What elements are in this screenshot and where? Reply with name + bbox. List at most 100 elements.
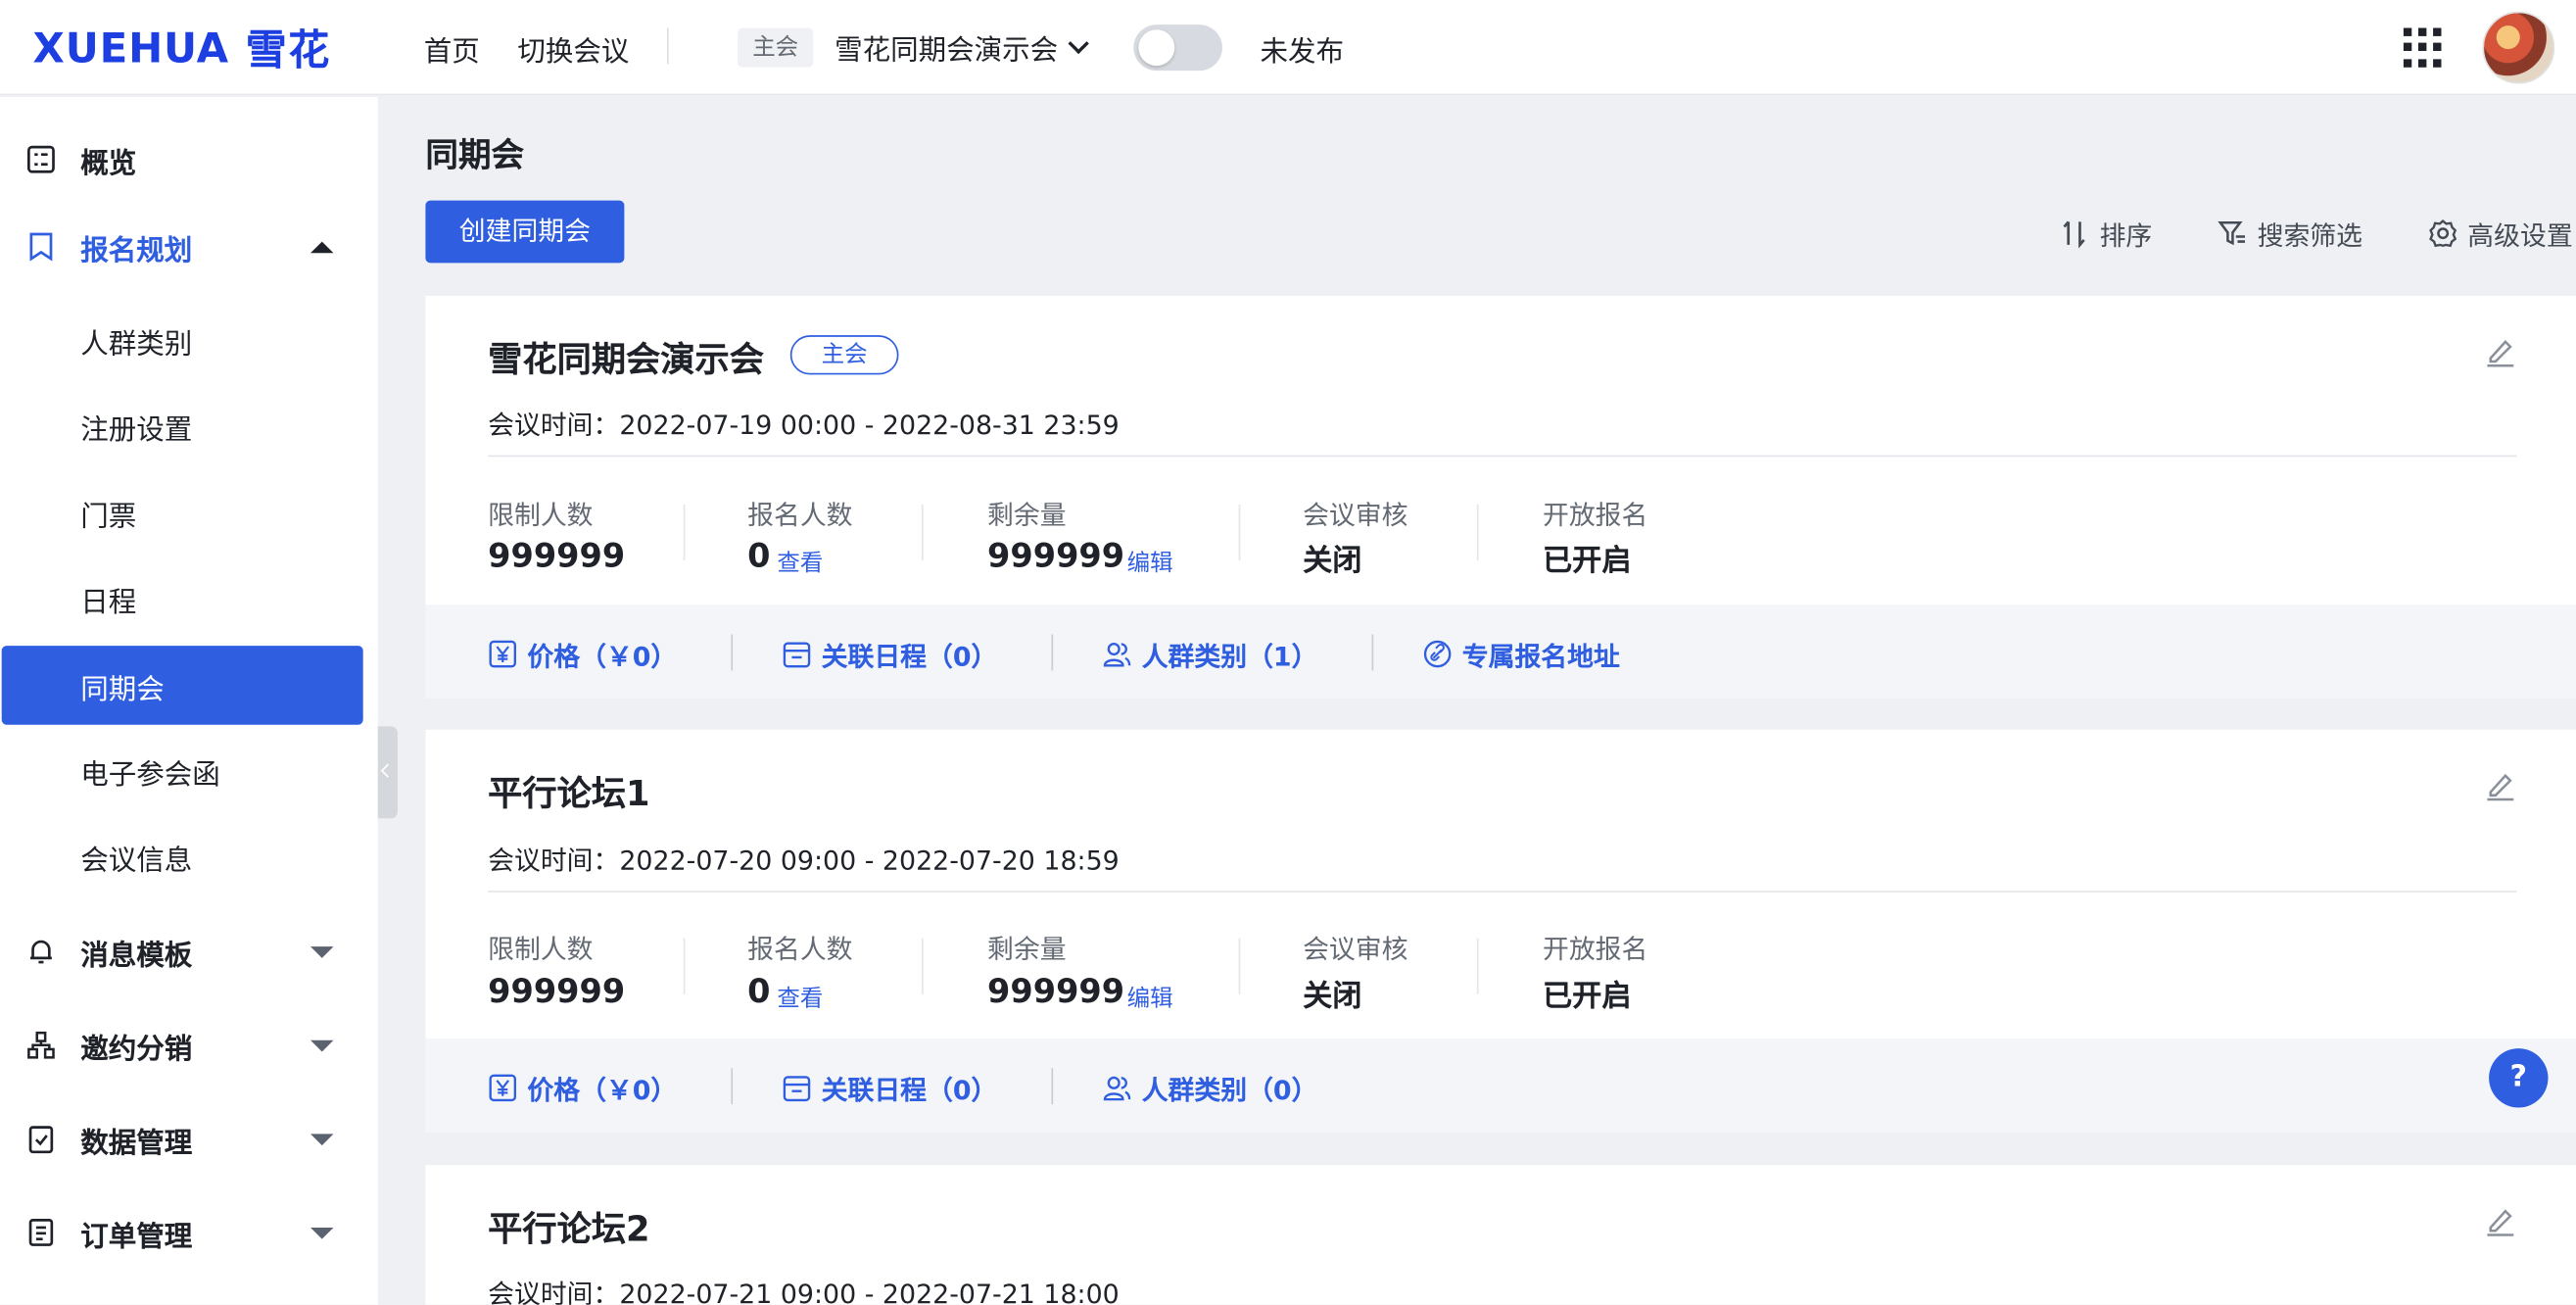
- sidebar-collapse-handle[interactable]: [377, 726, 398, 819]
- footer-divider: [1371, 634, 1374, 671]
- users-icon: [1103, 1076, 1131, 1101]
- view-signups-link[interactable]: 查看: [777, 981, 823, 1014]
- remain-value: 999999: [987, 535, 1125, 576]
- sidebar-label-order-mgmt: 订单管理: [80, 1220, 193, 1253]
- org-chart-icon: [27, 1031, 55, 1059]
- price-link[interactable]: 价格（￥0）: [488, 1068, 677, 1107]
- sidebar-sub-invitation-letter[interactable]: 电子参会函: [0, 731, 378, 810]
- sidebar-label-message-template: 消息模板: [80, 939, 193, 973]
- caret-down-icon: [310, 1134, 334, 1146]
- sidebar-sub-schedule[interactable]: 日程: [0, 558, 378, 638]
- sidebar-item-order-mgmt[interactable]: 订单管理: [0, 1193, 378, 1273]
- nav-home[interactable]: 首页: [424, 28, 480, 70]
- schedule-link[interactable]: 关联日程（0）: [782, 634, 997, 673]
- card-divider: [488, 455, 2517, 458]
- concurrent-card: 雪花同期会演示会 主会 会议时间：2022-07-19 00:00 - 2022…: [425, 295, 2576, 699]
- edit-remain-link[interactable]: 编辑: [1127, 981, 1173, 1014]
- open-value: 已开启: [1542, 979, 1632, 1014]
- card-time: 会议时间：2022-07-19 00:00 - 2022-08-31 23:59: [488, 409, 1120, 441]
- sidebar-item-data-mgmt[interactable]: 数据管理: [0, 1099, 378, 1179]
- publish-toggle[interactable]: [1133, 24, 1222, 72]
- stat-divider: [683, 938, 686, 994]
- stat-divider: [683, 504, 686, 560]
- sort-button[interactable]: 排序: [2060, 214, 2152, 253]
- app-frame: XUEHUA 雪花 首页 切换会议 主会 雪花同期会演示会 未发布 概览 报名规…: [0, 0, 2576, 1305]
- card-title: 平行论坛1: [488, 774, 650, 814]
- schedule-label: 关联日程（0）: [821, 1074, 998, 1106]
- price-link[interactable]: 价格（￥0）: [488, 634, 677, 673]
- sort-label: 排序: [2099, 219, 2153, 252]
- sidebar-item-invite[interactable]: 邀约分销: [0, 1006, 378, 1086]
- sidebar-sub-label: 注册设置: [80, 412, 193, 447]
- remain-value: 999999: [987, 971, 1125, 1011]
- main-meeting-badge: 主会: [789, 335, 899, 375]
- advanced-settings-button[interactable]: 高级设置: [2428, 214, 2573, 253]
- stat-divider: [1238, 504, 1241, 560]
- caret-down-icon: [310, 1227, 334, 1239]
- advanced-settings-label: 高级设置: [2467, 219, 2573, 252]
- open-label: 开放报名: [1542, 933, 1648, 965]
- top-bar: XUEHUA 雪花 首页 切换会议 主会 雪花同期会演示会 未发布: [0, 0, 2576, 96]
- signup-value: 0: [747, 535, 771, 576]
- exclusive-url-link[interactable]: 专属报名地址: [1423, 634, 1620, 673]
- sidebar-sub-label: 人群类别: [80, 327, 193, 362]
- footer-divider: [731, 634, 734, 671]
- help-button[interactable]: ?: [2489, 1048, 2549, 1108]
- sidebar-sub-tickets[interactable]: 门票: [0, 473, 378, 553]
- sidebar-sub-concurrent[interactable]: 同期会: [0, 646, 378, 725]
- apps-grid-icon[interactable]: [2403, 27, 2443, 68]
- groups-label: 人群类别（1）: [1141, 641, 1318, 673]
- sidebar-sub-label: 会议信息: [80, 844, 193, 877]
- nav-switch-meeting[interactable]: 切换会议: [517, 28, 629, 70]
- filter-button[interactable]: 搜索筛选: [2218, 214, 2362, 253]
- limit-value: 999999: [488, 971, 626, 1011]
- review-value: 关闭: [1303, 544, 1362, 579]
- sidebar-label-signup-plan: 报名规划: [80, 234, 193, 267]
- review-label: 会议审核: [1303, 499, 1408, 531]
- stat-divider: [1476, 504, 1479, 560]
- gear-icon: [2429, 219, 2457, 248]
- sidebar-item-signup-plan[interactable]: 报名规划: [0, 207, 378, 286]
- view-signups-link[interactable]: 查看: [777, 546, 823, 579]
- open-value: 已开启: [1542, 544, 1632, 579]
- sidebar-item-message-template[interactable]: 消息模板: [0, 912, 378, 991]
- sidebar-sub-groups[interactable]: 人群类别: [0, 301, 378, 380]
- create-concurrent-button[interactable]: 创建同期会: [425, 200, 625, 264]
- edit-icon[interactable]: [2484, 769, 2517, 802]
- schedule-link[interactable]: 关联日程（0）: [782, 1068, 997, 1107]
- review-value: 关闭: [1303, 979, 1362, 1014]
- overview-icon: [27, 145, 55, 173]
- main-meeting-tag: 主会: [738, 27, 814, 68]
- caret-up-icon: [310, 241, 334, 254]
- sidebar-sub-label: 日程: [80, 585, 137, 619]
- limit-value: 999999: [488, 535, 626, 576]
- brand-latin: XUEHUA: [32, 24, 229, 72]
- caret-down-icon: [310, 946, 334, 958]
- stat-divider: [921, 504, 924, 560]
- sidebar-sub-meeting-info[interactable]: 会议信息: [0, 817, 378, 896]
- card-footer: 价格（￥0） 关联日程（0） 人群类别（1） 专属报名地址: [425, 604, 2576, 699]
- brand-logo[interactable]: XUEHUA 雪花: [32, 23, 331, 73]
- clipboard-check-icon: [28, 1126, 54, 1154]
- groups-label: 人群类别（0）: [1141, 1074, 1318, 1106]
- sidebar: 概览 报名规划 人群类别 注册设置 门票 日程 同期会 电子参会函 会议信息 消…: [0, 96, 378, 1305]
- groups-link[interactable]: 人群类别（1）: [1102, 634, 1317, 673]
- groups-link[interactable]: 人群类别（0）: [1102, 1068, 1317, 1107]
- avatar[interactable]: [2482, 11, 2555, 84]
- card-time: 会议时间：2022-07-21 09:00 - 2022-07-21 18:00: [488, 1278, 1120, 1305]
- footer-divider: [1051, 1068, 1054, 1105]
- publish-status: 未发布: [1260, 35, 1345, 70]
- edit-icon[interactable]: [2484, 1204, 2517, 1237]
- filter-label: 搜索筛选: [2257, 219, 2362, 252]
- remain-label: 剩余量: [987, 499, 1067, 531]
- sidebar-sub-registration[interactable]: 注册设置: [0, 386, 378, 465]
- edit-icon[interactable]: [2484, 335, 2517, 368]
- users-icon: [1103, 642, 1131, 667]
- meeting-selector[interactable]: 雪花同期会演示会: [835, 26, 1089, 68]
- card-footer: 价格（￥0） 关联日程（0） 人群类别（0）: [425, 1039, 2576, 1133]
- schedule-label: 关联日程（0）: [821, 641, 998, 673]
- sidebar-item-overview[interactable]: 概览: [0, 120, 378, 199]
- edit-remain-link[interactable]: 编辑: [1127, 546, 1173, 579]
- yuan-icon: [489, 1074, 517, 1102]
- open-label: 开放报名: [1542, 499, 1648, 531]
